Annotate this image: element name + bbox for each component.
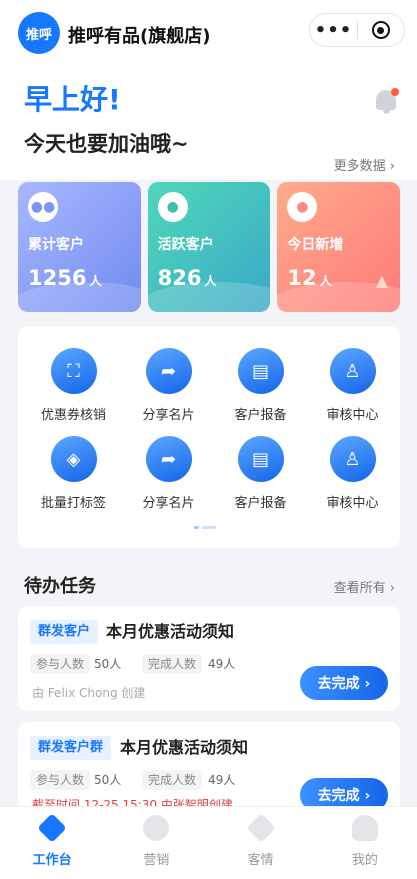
grid-item-share-card[interactable]: ➦ 分享名片 — [121, 348, 216, 423]
shop-logo: 推呼 — [18, 12, 60, 54]
mini-program-capsule: ••• — [309, 13, 405, 47]
grid-item-label: 分享名片 — [142, 496, 195, 511]
stat-value: 12 人 — [287, 266, 332, 290]
pager-dot-active — [194, 526, 199, 529]
stat-label: 今日新增 — [287, 237, 344, 253]
motto-text: 今天也要加油哦~ — [24, 132, 189, 156]
grid-item-label: 分享名片 — [142, 408, 195, 423]
tab-customer-relations[interactable]: 客情 — [209, 807, 313, 879]
grid-pager — [194, 526, 216, 529]
stat-value: 1256 人 — [28, 266, 102, 290]
group-users-icon: ●● — [28, 192, 58, 222]
completed-value: 49人 — [208, 657, 236, 671]
participants-label: 参与人数 — [30, 654, 91, 674]
tab-label: 客情 — [247, 853, 274, 868]
profile-user-icon — [351, 815, 378, 841]
top-bar: 推呼 推呼有品(旗舰店) ••• — [0, 0, 417, 70]
greeting-text: 早上好! — [24, 83, 121, 116]
task-title: 本月优惠活动须知 — [106, 622, 235, 641]
grid-item-label: 审核中心 — [326, 496, 379, 511]
tab-marketing[interactable]: 营销 — [104, 807, 208, 879]
more-data-link[interactable]: 更多数据 › — [334, 155, 395, 174]
see-all-link[interactable]: 查看所有 › — [334, 577, 395, 596]
stamp-icon: ♙ — [329, 436, 376, 482]
grid-item-coupon-redeem[interactable]: ⛶ 优惠券核销 — [26, 348, 121, 423]
bell-clapper — [383, 110, 390, 114]
tab-label: 工作台 — [32, 853, 72, 868]
close-button[interactable] — [358, 21, 404, 39]
stat-label: 累计客户 — [28, 237, 84, 253]
complete-task-button[interactable]: 去完成 › — [300, 666, 388, 700]
grid-item-label: 审核中心 — [326, 408, 379, 423]
grid-item-label: 客户报备 — [234, 496, 287, 511]
handshake-icon — [245, 813, 276, 843]
task-card[interactable]: 群发客户 本月优惠活动须知 参与人数 50人 完成人数 49人 由 Felix … — [18, 606, 400, 711]
stat-label: 活跃客户 — [157, 237, 214, 253]
tab-profile[interactable]: 我的 — [313, 807, 417, 879]
stats-cards: ●● 累计客户 1256 人 ● 活跃客户 826 人 ● 今日新增 12 人 ▲ — [18, 182, 401, 312]
tab-label: 营销 — [143, 853, 170, 868]
grid-item-label: 客户报备 — [234, 408, 287, 423]
stat-card-total-customers[interactable]: ●● 累计客户 1256 人 — [18, 182, 141, 312]
function-grid: ⛶ 优惠券核销 ➦ 分享名片 ▤ 客户报备 ♙ 审核中心 ◈ 批量打标签 ➦ 分… — [18, 326, 400, 548]
task-title: 本月优惠活动须知 — [120, 738, 249, 757]
user-icon: ● — [287, 192, 318, 222]
tab-workbench[interactable]: 工作台 — [0, 807, 104, 879]
grid-item-batch-tag[interactable]: ◈ 批量打标签 — [26, 436, 121, 511]
participants-value: 50人 — [94, 657, 122, 671]
close-circle-icon — [371, 21, 390, 39]
pager-dot — [202, 526, 216, 529]
stat-card-new-today[interactable]: ● 今日新增 12 人 ▲ — [277, 182, 401, 312]
notification-dot — [391, 88, 399, 96]
printer-icon: ▤ — [237, 436, 284, 482]
stamp-icon: ♙ — [329, 348, 376, 394]
printer-icon: ▤ — [237, 348, 284, 394]
stat-value: 826 人 — [157, 266, 217, 290]
task-creator: 由 Felix Chong 创建 — [32, 686, 146, 700]
marketing-hexagon-icon — [143, 815, 170, 841]
shop-name: 推呼有品(旗舰店) — [68, 26, 211, 47]
arrow-up-icon: ▲ — [375, 271, 389, 290]
task-tag: 群发客户群 — [30, 736, 112, 760]
grid-item-review-center[interactable]: ♙ 审核中心 — [305, 348, 400, 423]
bottom-tab-bar: 工作台 营销 客情 我的 — [0, 806, 417, 879]
completed-label: 完成人数 — [142, 654, 203, 674]
workbench-cube-icon — [37, 813, 67, 843]
notification-bell-icon[interactable] — [373, 86, 399, 114]
more-menu-button[interactable]: ••• — [310, 20, 357, 41]
tasks-title: 待办任务 — [24, 576, 96, 597]
grid-item-customer-report[interactable]: ▤ 客户报备 — [213, 436, 308, 511]
grid-item-share-card[interactable]: ➦ 分享名片 — [121, 436, 216, 511]
tag-icon: ◈ — [50, 436, 97, 482]
grid-item-label: 优惠券核销 — [40, 408, 106, 423]
grid-item-review-center[interactable]: ♙ 审核中心 — [305, 436, 400, 511]
scan-icon: ⛶ — [50, 348, 97, 394]
user-icon: ● — [157, 192, 188, 222]
task-tag: 群发客户 — [30, 620, 99, 644]
completed-label: 完成人数 — [142, 770, 203, 790]
share-card-icon: ➦ — [145, 436, 192, 482]
stat-card-active-customers[interactable]: ● 活跃客户 826 人 — [147, 182, 271, 312]
grid-item-label: 批量打标签 — [40, 496, 106, 511]
grid-item-customer-report[interactable]: ▤ 客户报备 — [213, 348, 308, 423]
completed-value: 49人 — [208, 773, 236, 787]
share-card-icon: ➦ — [145, 348, 192, 394]
participants-value: 50人 — [94, 773, 122, 787]
participants-label: 参与人数 — [30, 770, 91, 790]
tab-label: 我的 — [351, 853, 378, 868]
